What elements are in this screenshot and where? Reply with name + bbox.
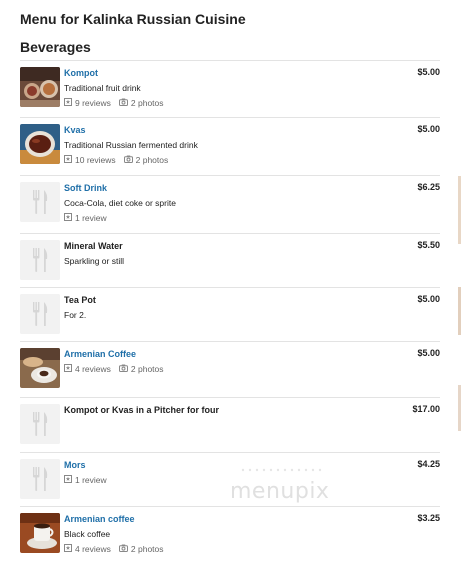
item-price: $6.25 (417, 182, 440, 192)
review-count[interactable]: 1 review (75, 213, 107, 224)
camera-icon (118, 544, 128, 555)
utensils-icon (20, 294, 60, 334)
item-price: $5.00 (417, 124, 440, 134)
photo-count[interactable]: 2 photos (131, 364, 164, 375)
utensils-icon (20, 240, 60, 280)
menu-item-soft-drink[interactable]: Soft Drink Coca-Cola, diet coke or sprit… (20, 175, 440, 233)
camera-icon (118, 98, 128, 109)
item-meta: 4 reviews 2 photos (64, 544, 380, 555)
item-name: Mineral Water (64, 241, 123, 251)
item-photo[interactable] (20, 348, 60, 388)
utensils-icon (20, 404, 60, 444)
item-placeholder-image (20, 240, 60, 280)
item-meta: 1 review (64, 475, 380, 486)
review-icon (64, 98, 72, 109)
item-description: Black coffee (64, 529, 111, 539)
photo-count[interactable]: 2 photos (131, 544, 164, 555)
item-name: Kompot or Kvas in a Pitcher for four (64, 405, 220, 415)
item-description: Traditional fruit drink (64, 83, 141, 93)
item-photo[interactable] (20, 67, 60, 107)
item-meta: 1 review (64, 213, 380, 224)
item-placeholder-image (20, 294, 60, 334)
item-meta: 9 reviews 2 photos (64, 98, 380, 109)
watermark-decoration (241, 468, 322, 472)
photo-count[interactable]: 2 photos (136, 155, 169, 166)
review-count[interactable]: 10 reviews (75, 155, 116, 166)
item-price: $5.00 (417, 294, 440, 304)
review-icon (64, 213, 72, 224)
menu-item-armenian-coffee-black[interactable]: Armenian coffee Black coffee 4 reviews 2… (20, 506, 440, 566)
menu-item-pitcher[interactable]: Kompot or Kvas in a Pitcher for four $17… (20, 397, 440, 452)
item-description: Traditional Russian fermented drink (64, 140, 198, 150)
photo-count[interactable]: 2 photos (131, 98, 164, 109)
review-icon (64, 155, 72, 166)
review-count[interactable]: 1 review (75, 475, 107, 486)
review-count[interactable]: 4 reviews (75, 544, 111, 555)
item-description: Coca-Cola, diet coke or sprite (64, 198, 176, 208)
item-price: $3.25 (417, 513, 440, 523)
item-placeholder-image (20, 404, 60, 444)
item-price: $17.00 (412, 404, 440, 414)
item-name[interactable]: Armenian Coffee (64, 348, 380, 360)
item-description: For 2. (64, 310, 87, 320)
review-icon (64, 475, 72, 486)
menu-item-mineral-water[interactable]: Mineral Water Sparkling or still $5.50 (20, 233, 440, 287)
item-name: Tea Pot (64, 295, 96, 305)
utensils-icon (20, 182, 60, 222)
item-name[interactable]: Soft Drink (64, 182, 380, 194)
item-meta: 4 reviews 2 photos (64, 364, 380, 375)
menu-item-kompot[interactable]: Kompot Traditional fruit drink 9 reviews… (20, 60, 440, 117)
menu-item-tea-pot[interactable]: Tea Pot For 2. $5.00 (20, 287, 440, 341)
item-name[interactable]: Kvas (64, 124, 380, 136)
item-price: $4.25 (417, 459, 440, 469)
menu-item-kvas[interactable]: Kvas Traditional Russian fermented drink… (20, 117, 440, 175)
review-icon (64, 544, 72, 555)
page-title: Menu for Kalinka Russian Cuisine (20, 11, 246, 27)
item-placeholder-image (20, 182, 60, 222)
menu-item-armenian-coffee[interactable]: Armenian Coffee 4 reviews 2 photos $5.00 (20, 341, 440, 397)
item-name[interactable]: Kompot (64, 67, 380, 79)
item-description: Sparkling or still (64, 256, 124, 266)
watermark: menupix (230, 479, 330, 504)
review-count[interactable]: 9 reviews (75, 98, 111, 109)
section-title: Beverages (20, 39, 91, 55)
item-photo[interactable] (20, 124, 60, 164)
item-photo[interactable] (20, 513, 60, 553)
camera-icon (123, 155, 133, 166)
item-meta: 10 reviews 2 photos (64, 155, 380, 166)
item-name[interactable]: Armenian coffee (64, 513, 380, 525)
item-price: $5.50 (417, 240, 440, 250)
item-price: $5.00 (417, 67, 440, 77)
review-icon (64, 364, 72, 375)
item-name[interactable]: Mors (64, 459, 380, 471)
item-price: $5.00 (417, 348, 440, 358)
utensils-icon (20, 459, 60, 499)
item-placeholder-image (20, 459, 60, 499)
review-count[interactable]: 4 reviews (75, 364, 111, 375)
camera-icon (118, 364, 128, 375)
